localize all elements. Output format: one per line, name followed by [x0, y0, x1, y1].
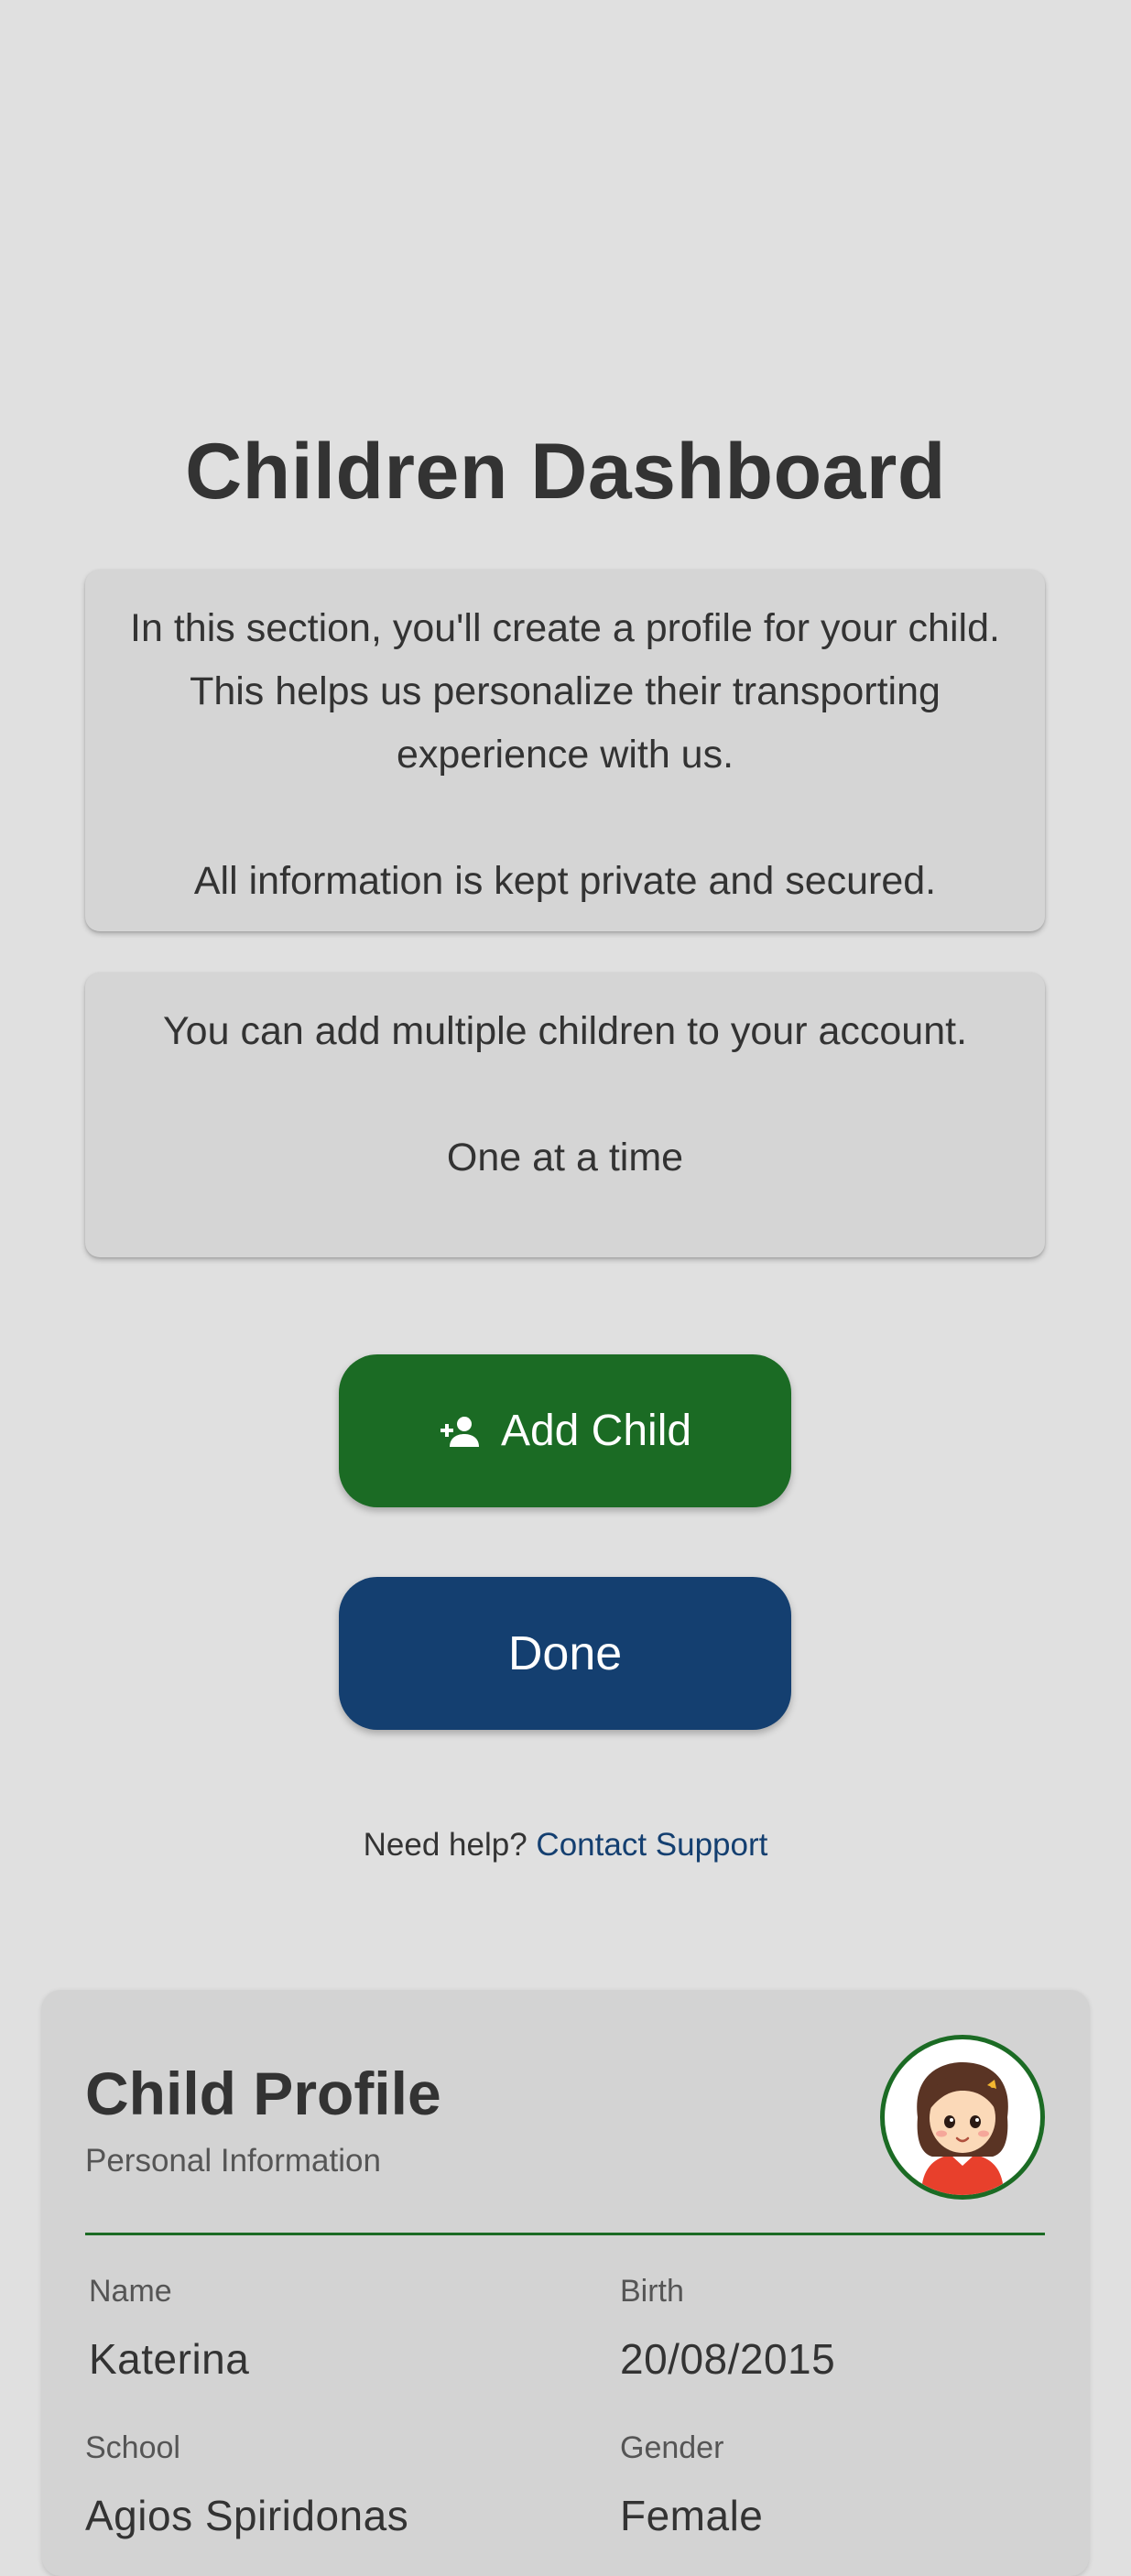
- school-value: Agios Spiridonas: [85, 2492, 409, 2539]
- name-label: Name: [89, 2274, 172, 2309]
- person-add-icon: [440, 1416, 479, 1447]
- done-button[interactable]: Done: [339, 1577, 791, 1730]
- one-at-a-time-text: One at a time: [446, 1136, 684, 1179]
- multiple-children-text: You can add multiple children to your ac…: [162, 1009, 968, 1053]
- help-prompt: Need help?: [363, 1827, 527, 1863]
- intro-info-text: In this section, you'll create a profile…: [130, 606, 1000, 777]
- gender-value: Female: [620, 2492, 764, 2539]
- profile-subtitle: Personal Information: [85, 2143, 381, 2179]
- add-child-label: Add Child: [500, 1407, 692, 1455]
- multiple-children-info-card: You can add multiple children to your ac…: [85, 973, 1045, 1257]
- profile-divider: [85, 2233, 1045, 2235]
- add-child-button[interactable]: Add Child: [339, 1354, 791, 1507]
- girl-avatar-icon: [917, 2062, 1008, 2195]
- done-label: Done: [507, 1626, 623, 1680]
- contact-support-link[interactable]: Contact Support: [536, 1827, 767, 1863]
- child-avatar[interactable]: [880, 2035, 1045, 2200]
- help-row: Need help? Contact Support: [0, 1822, 1131, 1868]
- gender-label: Gender: [620, 2430, 724, 2465]
- birth-label: Birth: [620, 2274, 684, 2309]
- birth-value: 20/08/2015: [620, 2335, 836, 2383]
- name-value: Katerina: [89, 2335, 250, 2383]
- privacy-info-text: All information is kept private and secu…: [193, 859, 937, 903]
- school-label: School: [85, 2430, 180, 2465]
- profile-title: Child Profile: [85, 2060, 441, 2127]
- page-title: Children Dashboard: [185, 428, 946, 516]
- intro-info-card: In this section, you'll create a profile…: [85, 570, 1045, 931]
